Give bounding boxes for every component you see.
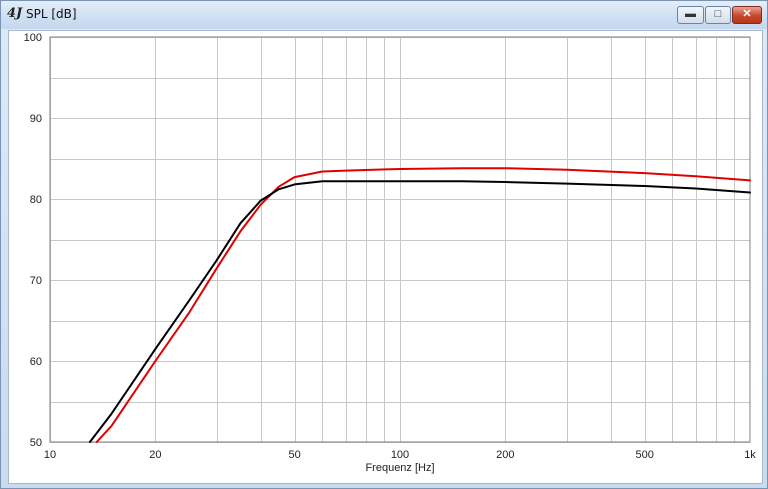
minimize-icon: ▬	[685, 8, 696, 20]
x-tick-label: 200	[496, 449, 514, 461]
title-bar[interactable]: 4J SPL [dB] ▬ □ ✕	[1, 1, 767, 29]
application-window: 4J SPL [dB] ▬ □ ✕ 50 60 70 80 90 100 10 20 50 10…	[0, 0, 768, 489]
y-axis-ticks: 50 60 70 80 90 100	[24, 32, 42, 449]
x-tick-label: 20	[149, 449, 161, 461]
y-tick-label: 100	[24, 32, 42, 44]
maximize-icon: □	[714, 8, 722, 20]
x-tick-label: 1k	[744, 449, 756, 461]
x-tick-label: 10	[44, 449, 56, 461]
y-tick-label: 90	[30, 113, 42, 125]
close-icon: ✕	[742, 8, 752, 20]
x-axis-label: Frequenz [Hz]	[365, 462, 434, 474]
series-line-1	[95, 167, 751, 443]
x-tick-label: 500	[635, 449, 653, 461]
close-button[interactable]: ✕	[732, 6, 762, 24]
maximize-button[interactable]: □	[705, 6, 731, 24]
chart-area: 50 60 70 80 90 100 10 20 50 100 200 500 1k Frequenz…	[8, 30, 763, 484]
x-tick-label: 50	[289, 449, 301, 461]
minimize-button[interactable]: ▬	[677, 6, 704, 24]
x-axis-ticks: 10 20 50 100 200 500 1k	[44, 449, 756, 461]
x-tick-label: 100	[391, 449, 409, 461]
y-tick-label: 80	[30, 194, 42, 206]
chart-grid	[50, 37, 750, 443]
y-tick-label: 70	[30, 275, 42, 287]
y-tick-label: 50	[30, 437, 42, 449]
spl-chart: 50 60 70 80 90 100 10 20 50 100 200 500 1k Frequenz…	[24, 32, 757, 474]
app-logo-icon[interactable]: 4J	[7, 6, 23, 22]
window-title: SPL [dB]	[26, 7, 77, 21]
y-tick-label: 60	[30, 356, 42, 368]
series-lines	[88, 167, 751, 443]
